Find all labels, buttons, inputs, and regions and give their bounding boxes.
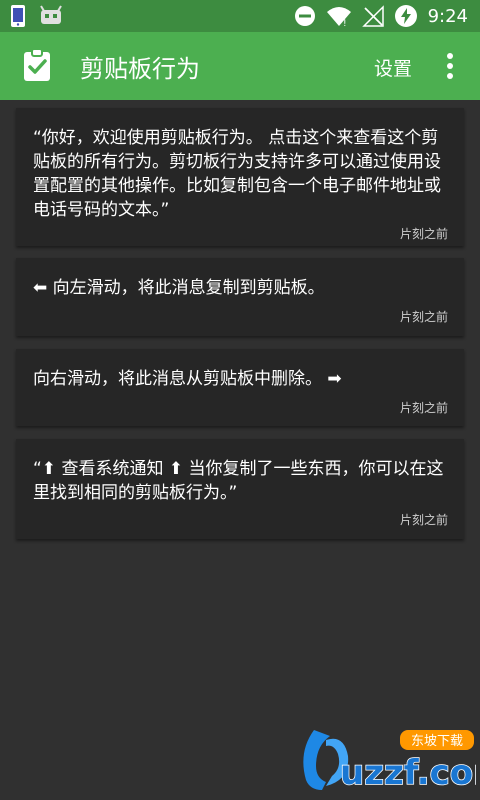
clipboard-list: “你好，欢迎使用剪贴板行为。 点击这个来查看这个剪贴板的所有行为。剪切板行为支持… bbox=[0, 100, 480, 800]
no-sim-icon bbox=[361, 5, 384, 27]
svg-text:!: ! bbox=[343, 19, 347, 27]
clipboard-check-icon bbox=[22, 48, 52, 82]
battery-charging-icon bbox=[394, 4, 418, 28]
app-toolbar: 剪贴板行为 设置 bbox=[0, 32, 480, 100]
status-bar: ! 9:24 bbox=[0, 0, 480, 32]
settings-button[interactable]: 设置 bbox=[374, 54, 412, 81]
watermark-brand: uzzf.com bbox=[340, 753, 476, 793]
card-message: ⬅ 向左滑动，将此消息复制到剪贴板。 bbox=[33, 278, 325, 298]
status-time: 9:24 bbox=[427, 5, 468, 27]
phone-icon bbox=[10, 4, 26, 28]
card-timestamp: 片刻之前 bbox=[399, 227, 448, 241]
more-vert-icon[interactable] bbox=[438, 50, 462, 82]
card-timestamp: 片刻之前 bbox=[399, 310, 448, 324]
android-icon bbox=[38, 4, 64, 28]
card-message: 向右滑动，将此消息从剪贴板中删除。 ➡ bbox=[33, 369, 342, 389]
card-message: “⬆ 查看系统通知 ⬆ 当你复制了一些东西，你可以在这里找到相同的剪贴板行为。” bbox=[33, 459, 444, 503]
card-timestamp: 片刻之前 bbox=[399, 513, 448, 527]
list-item[interactable]: ⬅ 向左滑动，将此消息复制到剪贴板。 片刻之前 bbox=[16, 258, 464, 336]
uzzf-watermark-logo: 东坡下载 uzzf.com bbox=[296, 722, 480, 796]
do-not-disturb-icon bbox=[294, 5, 316, 27]
list-item[interactable]: “⬆ 查看系统通知 ⬆ 当你复制了一些东西，你可以在这里找到相同的剪贴板行为。”… bbox=[16, 439, 464, 539]
page-title: 剪贴板行为 bbox=[80, 55, 200, 83]
wifi-icon: ! bbox=[326, 5, 352, 27]
watermark-tag: 东坡下载 bbox=[411, 734, 463, 749]
card-message: “你好，欢迎使用剪贴板行为。 点击这个来查看这个剪贴板的所有行为。剪切板行为支持… bbox=[33, 128, 441, 220]
card-timestamp: 片刻之前 bbox=[399, 401, 448, 415]
list-item[interactable]: “你好，欢迎使用剪贴板行为。 点击这个来查看这个剪贴板的所有行为。剪切板行为支持… bbox=[16, 108, 464, 246]
list-item[interactable]: 向右滑动，将此消息从剪贴板中删除。 ➡ 片刻之前 bbox=[16, 349, 464, 426]
